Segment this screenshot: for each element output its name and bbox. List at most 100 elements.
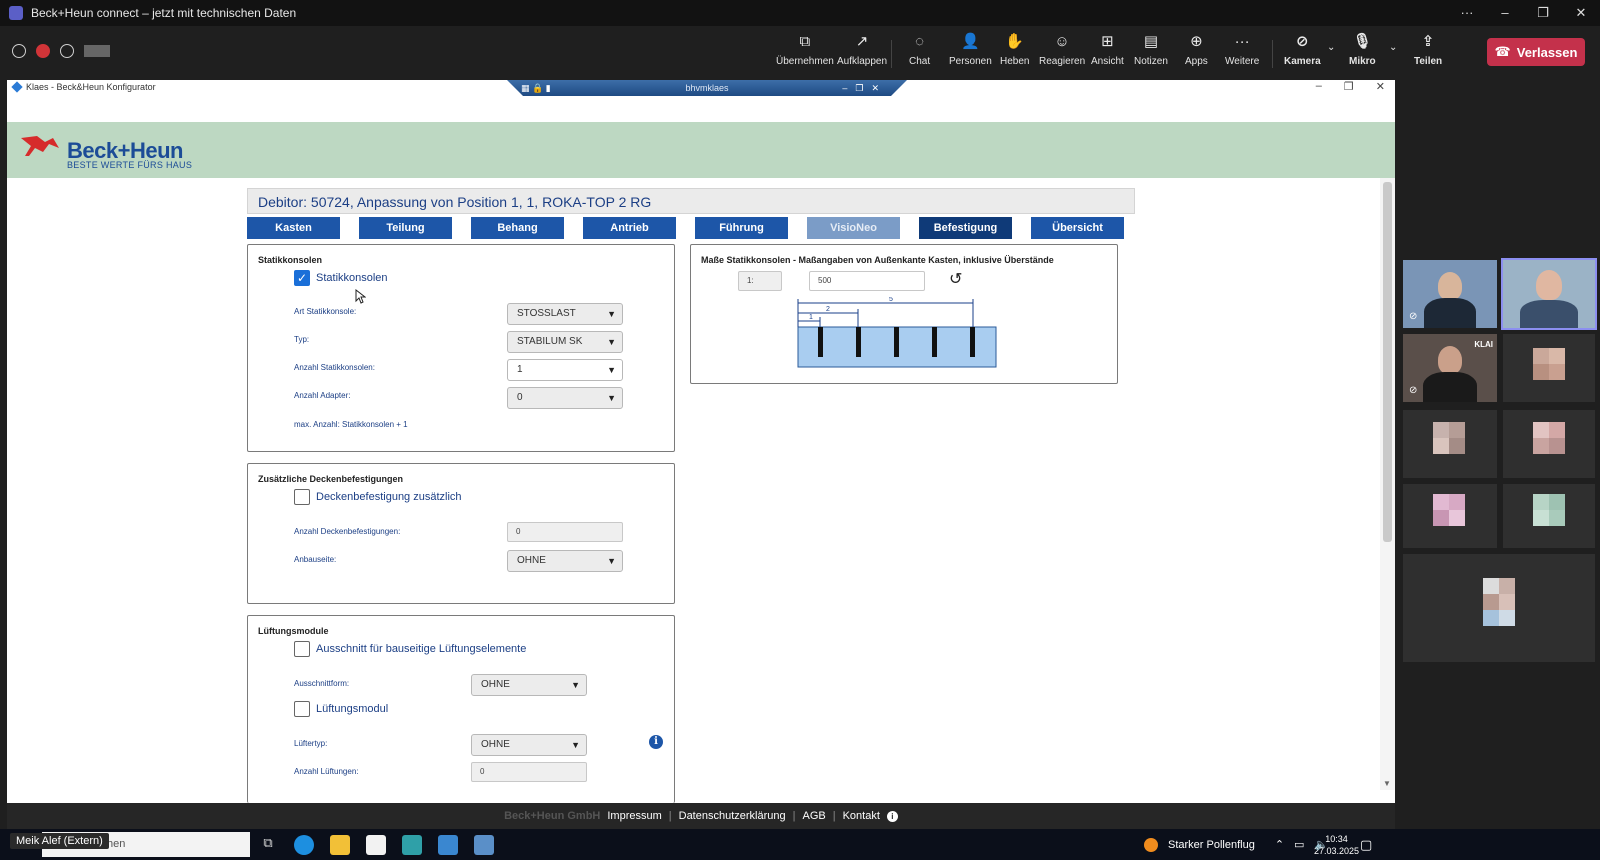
art-statikkonsole-select[interactable]: STOSSLAST ▼ — [507, 303, 623, 325]
anzahl-lueftungen-label: Anzahl Lüftungen: — [294, 767, 359, 776]
reset-undo-icon[interactable]: ↺ — [949, 269, 962, 289]
anzahl-adapter-select[interactable]: 0 ▼ — [507, 387, 623, 409]
participant-video-tile[interactable]: KLAI ⊘ — [1403, 334, 1497, 402]
view-button[interactable]: ⊞ Ansicht — [1091, 32, 1124, 76]
teams-meeting-toolbar: ⧉ Übernehmen ↗ Aufklappen ◌ Chat 👤 Perso… — [0, 26, 1600, 80]
taskbar-clock[interactable]: 10:34 27.03.2025 — [1314, 833, 1359, 857]
camera-button[interactable]: ⊘ Kamera — [1284, 32, 1321, 76]
page-scrollbar[interactable]: ▼ — [1380, 178, 1395, 790]
notes-button[interactable]: ▤ Notizen — [1134, 32, 1168, 76]
share-button[interactable]: ⇪ Teilen — [1414, 32, 1442, 76]
typ-select[interactable]: STABILUM SK ▼ — [507, 331, 623, 353]
info-icon[interactable]: i — [649, 735, 663, 749]
file-explorer-icon[interactable] — [330, 835, 350, 855]
anzahl-deckenbefestigungen-input[interactable]: 0 — [507, 522, 623, 542]
tab-antrieb[interactable]: Antrieb — [583, 217, 676, 239]
footer-link-kontakt[interactable]: Kontakt — [843, 810, 880, 822]
minimize-icon[interactable]: – — [1486, 0, 1524, 26]
tab-befestigung[interactable]: Befestigung — [919, 217, 1012, 239]
people-button[interactable]: 👤 Personen — [949, 32, 992, 76]
footer-link-datenschutz[interactable]: Datenschutzerklärung — [679, 810, 786, 822]
ausschnitt-checkbox[interactable] — [294, 641, 310, 657]
scrollbar-thumb[interactable] — [1383, 182, 1392, 542]
participant-video-tile-speaking[interactable] — [1501, 258, 1597, 330]
remote-minimize-icon[interactable]: – — [1316, 80, 1322, 93]
close-icon[interactable]: ✕ — [1562, 0, 1600, 26]
anzahl-statikkonsolen-select[interactable]: 1 ▼ — [507, 359, 623, 381]
scroll-down-arrow-icon[interactable]: ▼ — [1383, 779, 1391, 788]
blur-pixel — [1449, 510, 1465, 526]
meeting-timer — [84, 45, 110, 57]
participant-body — [1520, 300, 1578, 328]
chat-button[interactable]: ◌ Chat — [909, 32, 930, 76]
konsolen-abstand-input[interactable]: 500 — [809, 271, 925, 291]
raise-hand-button[interactable]: ✋ Heben — [1000, 32, 1029, 76]
deckenbefestigung-checkbox[interactable] — [294, 489, 310, 505]
remote-app-icon[interactable] — [402, 835, 422, 855]
apps-button[interactable]: ⊕ Apps — [1185, 32, 1208, 76]
footer-separator: | — [668, 810, 672, 822]
participant-video-tile-blurred[interactable] — [1403, 484, 1497, 548]
remote-session-bar[interactable]: ▦ 🔒 ▮ bhvmklaes –❐✕ — [507, 80, 907, 96]
participant-video-tile-blurred[interactable] — [1403, 410, 1497, 478]
notification-icon[interactable]: ▢ — [1360, 837, 1372, 853]
statikkonsolen-checkbox[interactable]: ✓ — [294, 270, 310, 286]
take-control-button[interactable]: ⧉ Übernehmen — [776, 32, 834, 76]
more-options-icon[interactable]: ··· — [1448, 0, 1486, 26]
site-footer: Beck+Heun GmbH Impressum | Datenschutzer… — [7, 803, 1395, 829]
participant-video-tile[interactable]: ⊘ — [1403, 260, 1497, 328]
footer-link-agb[interactable]: AGB — [803, 810, 826, 822]
anzahl-statikkonsolen-label: Anzahl Statikkonsolen: — [294, 363, 375, 372]
react-button[interactable]: ☺ Reagieren — [1039, 32, 1085, 76]
popout-button[interactable]: ↗ Aufklappen — [837, 32, 887, 76]
weather-text[interactable]: Starker Pollenflug — [1168, 839, 1255, 851]
restore-icon[interactable]: ❐ — [1524, 0, 1562, 26]
blur-pixel — [1549, 438, 1565, 454]
tray-chevron-up-icon[interactable]: ⌃ — [1275, 838, 1284, 851]
task-view-icon[interactable]: ⧉ — [258, 835, 278, 855]
participant-video-tile-blurred[interactable] — [1403, 554, 1595, 662]
tab-visioneo[interactable]: VisioNeo — [807, 217, 900, 239]
tab-behang[interactable]: Behang — [471, 217, 564, 239]
remote-window-controls: – ❐ ✕ — [1316, 80, 1385, 93]
ausschnitt-checkbox-row[interactable]: Ausschnitt für bauseitige Lüftungselemen… — [294, 641, 526, 657]
session-bar-controls[interactable]: –❐✕ — [842, 83, 887, 94]
network-icon[interactable]: ▭ — [1294, 838, 1304, 851]
tab-fuehrung[interactable]: Führung — [695, 217, 788, 239]
remote-restore-icon[interactable]: ❐ — [1344, 80, 1354, 93]
anbauseite-select[interactable]: OHNE ▼ — [507, 550, 623, 572]
ausschnittform-label: Ausschnittform: — [294, 679, 350, 688]
klaes-taskbar-icon[interactable] — [438, 835, 458, 855]
typ-label: Typ: — [294, 335, 310, 344]
tab-teilung[interactable]: Teilung — [359, 217, 452, 239]
participant-video-tile-blurred[interactable] — [1503, 334, 1595, 402]
lueftungsmodul-checkbox[interactable] — [294, 701, 310, 717]
statikkonsolen-checkbox-row[interactable]: ✓ Statikkonsolen — [294, 270, 388, 286]
rdp-taskbar-icon[interactable] — [474, 835, 494, 855]
tab-kasten[interactable]: Kasten — [247, 217, 340, 239]
leave-button[interactable]: ☎ Verlassen — [1487, 38, 1585, 66]
chevron-down-icon: ▼ — [607, 365, 616, 375]
mic-button[interactable]: 🎙 Mikro — [1349, 32, 1376, 76]
lueftungsmodule-title: Lüftungsmodule — [258, 626, 329, 636]
remote-close-icon[interactable]: ✕ — [1376, 80, 1385, 93]
anzahl-lueftungen-input[interactable]: 0 — [471, 762, 587, 782]
smiley-icon: ☺ — [1054, 33, 1070, 50]
info-icon[interactable] — [60, 44, 74, 58]
more-button[interactable]: ··· Weitere — [1225, 32, 1259, 76]
footer-info-icon[interactable]: i — [886, 810, 898, 822]
ausschnittform-select[interactable]: OHNE ▼ — [471, 674, 587, 696]
luftertyp-select[interactable]: OHNE ▼ — [471, 734, 587, 756]
dim-label-2: 2 — [826, 306, 830, 313]
footer-link-impressum[interactable]: Impressum — [607, 810, 661, 822]
edge-icon[interactable] — [294, 835, 314, 855]
anbauseite-label: Anbauseite: — [294, 555, 337, 564]
participant-face — [1536, 270, 1562, 300]
mail-icon[interactable] — [366, 835, 386, 855]
deckenbefestigung-checkbox-row[interactable]: Deckenbefestigung zusätzlich — [294, 489, 462, 505]
participant-video-tile-blurred[interactable] — [1503, 484, 1595, 548]
blur-pixel — [1533, 510, 1549, 526]
lueftungsmodul-checkbox-row[interactable]: Lüftungsmodul — [294, 701, 388, 717]
tab-uebersicht[interactable]: Übersicht — [1031, 217, 1124, 239]
participant-video-tile-blurred[interactable] — [1503, 410, 1595, 478]
